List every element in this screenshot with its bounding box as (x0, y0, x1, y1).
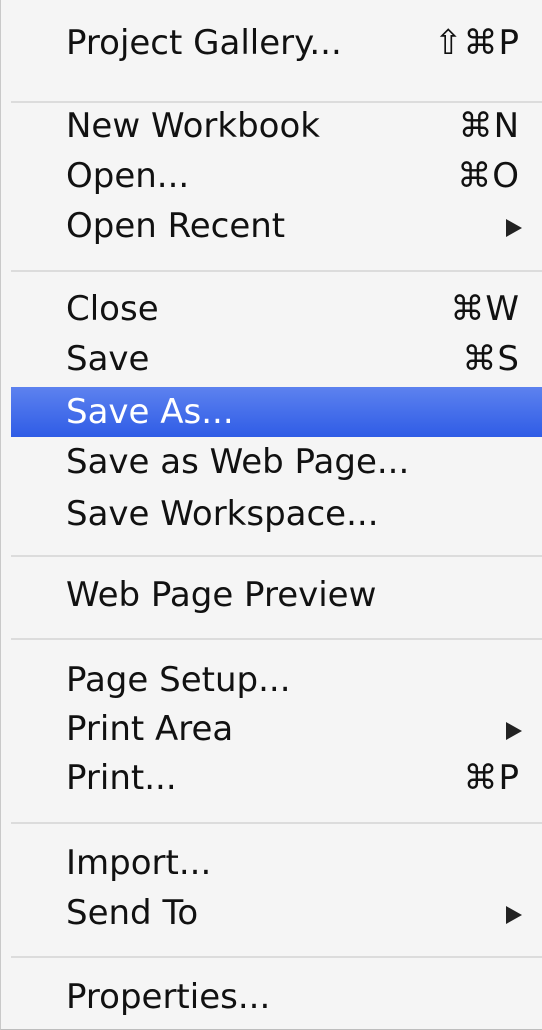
menu-item-page-setup[interactable]: Page Setup... (11, 655, 542, 705)
file-menu: Project Gallery... ⇧⌘P New Workbook ⌘N O… (0, 0, 542, 1030)
menu-item-label: Send To (66, 893, 199, 933)
menu-item-label: Page Setup... (66, 660, 291, 700)
shortcut-label: ⌘N (458, 106, 520, 146)
menu-item-open-recent[interactable]: Open Recent (11, 201, 542, 251)
menu-item-import[interactable]: Import... (11, 838, 542, 888)
shortcut-label: ⌘O (457, 156, 520, 196)
menu-item-label: New Workbook (66, 106, 320, 146)
menu-separator (11, 638, 542, 640)
menu-item-send-to[interactable]: Send To (11, 888, 542, 938)
menu-item-label: Close (66, 289, 159, 329)
shortcut-label: ⇧⌘P (434, 23, 520, 63)
menu-item-label: Save As... (66, 392, 234, 432)
shortcut-label: ⌘W (450, 289, 520, 329)
menu-item-label: Properties... (66, 977, 271, 1017)
submenu-arrow-icon (506, 722, 522, 740)
menu-item-web-page-preview[interactable]: Web Page Preview (11, 570, 542, 620)
menu-item-save[interactable]: Save ⌘S (11, 334, 542, 384)
menu-item-print[interactable]: Print... ⌘P (11, 753, 542, 803)
menu-item-close[interactable]: Close ⌘W (11, 284, 542, 334)
shortcut-label: ⌘P (463, 758, 520, 798)
menu-separator (11, 555, 542, 557)
menu-item-label: Import... (66, 843, 212, 883)
menu-item-save-as-web-page[interactable]: Save as Web Page... (11, 437, 542, 487)
menu-separator (11, 956, 542, 958)
menu-item-label: Project Gallery... (66, 23, 342, 63)
submenu-arrow-icon (506, 906, 522, 924)
menu-item-label: Save as Web Page... (66, 442, 410, 482)
shortcut-label: ⌘S (462, 339, 520, 379)
menu-separator (11, 270, 542, 272)
menu-item-print-area[interactable]: Print Area (11, 704, 542, 754)
menu-item-label: Save (66, 339, 150, 379)
menu-item-label: Print... (66, 758, 177, 798)
menu-item-save-workspace[interactable]: Save Workspace... (11, 489, 542, 539)
menu-item-properties[interactable]: Properties... (11, 972, 542, 1022)
menu-item-project-gallery[interactable]: Project Gallery... ⇧⌘P (11, 18, 542, 68)
menu-item-label: Web Page Preview (66, 575, 377, 615)
menu-separator (11, 822, 542, 824)
menu-item-open[interactable]: Open... ⌘O (11, 151, 542, 201)
menu-item-label: Open... (66, 156, 190, 196)
menu-item-new-workbook[interactable]: New Workbook ⌘N (11, 101, 542, 151)
menu-item-label: Open Recent (66, 206, 286, 246)
submenu-arrow-icon (506, 219, 522, 237)
menu-item-label: Save Workspace... (66, 494, 379, 534)
menu-item-save-as[interactable]: Save As... (11, 387, 542, 437)
menu-item-label: Print Area (66, 709, 234, 749)
